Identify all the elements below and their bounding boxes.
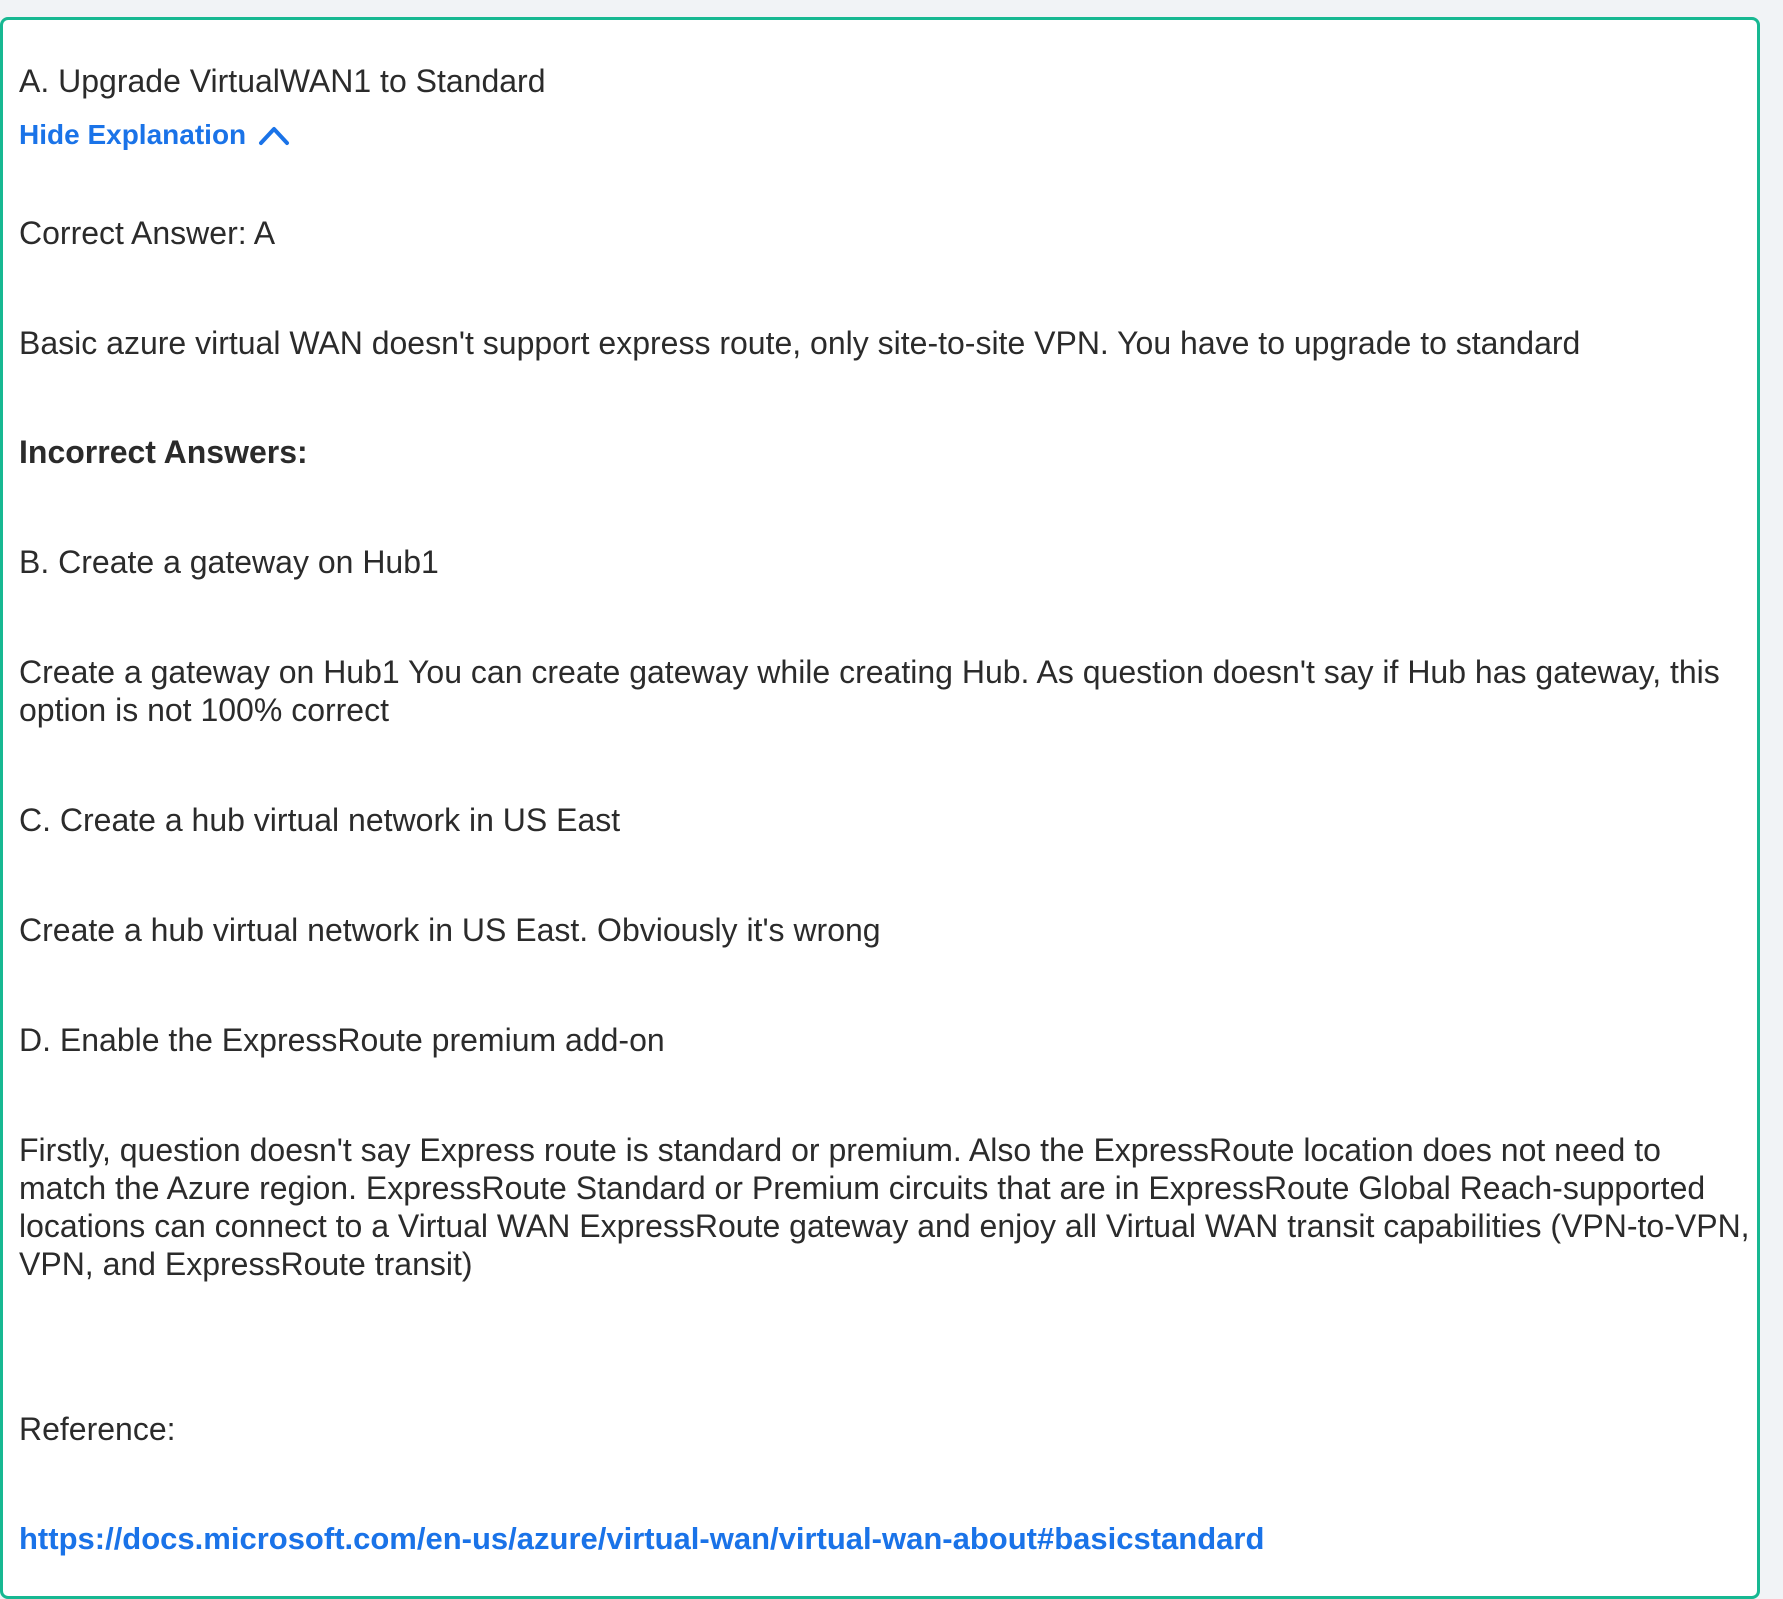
option-c-text: C. Create a hub virtual network in US Ea… (19, 802, 621, 838)
reference-label: Reference: (19, 1411, 176, 1447)
chevron-up-icon (259, 127, 290, 145)
incorrect-answers-heading: Incorrect Answers: (19, 434, 308, 470)
explanation-d-text: Firstly, question doesn't say Express ro… (19, 1132, 1750, 1282)
option-b-text: B. Create a gateway on Hub1 (19, 544, 439, 580)
explanation-c-text: Create a hub virtual network in US East.… (19, 912, 881, 948)
explanation-b-text: Create a gateway on Hub1 You can create … (19, 654, 1720, 728)
explanation-a-text: Basic azure virtual WAN doesn't support … (19, 325, 1581, 361)
correct-answer-text: Correct Answer: A (19, 215, 276, 251)
hide-explanation-label: Hide Explanation (19, 119, 247, 150)
option-d-text: D. Enable the ExpressRoute premium add-o… (19, 1022, 665, 1058)
reference-link[interactable]: https://docs.microsoft.com/en-us/azure/v… (19, 1520, 1264, 1558)
option-a-text: A. Upgrade VirtualWAN1 to Standard (19, 63, 546, 99)
hide-explanation-toggle[interactable]: Hide Explanation (19, 118, 290, 152)
